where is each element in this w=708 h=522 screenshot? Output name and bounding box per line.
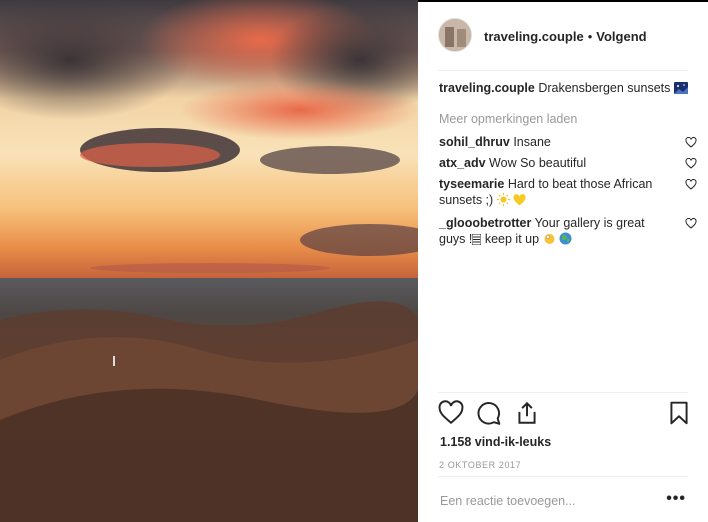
list-emoji [471, 233, 482, 249]
comments-section: traveling.couple Drakensbergen sunsets M… [439, 80, 697, 254]
comment-icon[interactable] [476, 400, 502, 426]
action-bar [418, 400, 708, 430]
comment-composer: Een reactie toevoegen... ••• [418, 478, 708, 522]
comment-username[interactable]: atx_adv [439, 156, 486, 170]
post-username[interactable]: traveling.couple [484, 29, 584, 44]
comment-text: Insane [513, 135, 551, 149]
sunset-landscape-image [0, 0, 418, 522]
sun-emoji [496, 193, 510, 210]
comment-username[interactable]: _glooobetrotter [439, 216, 531, 230]
comment-row: tyseemarie Hard to beat those African su… [439, 176, 697, 210]
heart-icon[interactable] [685, 158, 697, 169]
instagram-post-viewer: traveling.couple • Volgend traveling.coupl… [0, 0, 708, 522]
comment-username[interactable]: tyseemarie [439, 177, 504, 191]
caption-text: Drakensbergen sunsets [538, 81, 671, 95]
avatar[interactable] [438, 18, 472, 52]
caption-username[interactable]: traveling.couple [439, 81, 535, 95]
comment-input[interactable]: Een reactie toevoegen... [440, 494, 576, 508]
night-sky-emoji [673, 82, 688, 98]
heart-icon[interactable] [685, 137, 697, 148]
follow-button[interactable]: Volgend [596, 29, 646, 44]
likes-count[interactable]: 1.158 vind-ik-leuks [440, 435, 551, 449]
comment-row: sohil_dhruv Insane [439, 134, 697, 150]
comment-username[interactable]: sohil_dhruv [439, 135, 510, 149]
comment-row: _glooobetrotter Your gallery is great gu… [439, 215, 697, 249]
post-photo[interactable] [0, 0, 418, 522]
separator-dot: • [587, 29, 593, 44]
composer-divider [438, 476, 688, 477]
comment-text: Wow So beautiful [489, 156, 587, 170]
actions-divider [438, 392, 688, 393]
load-more-comments[interactable]: Meer opmerkingen laden [439, 112, 689, 126]
post-date: 2 OKTOBER 2017 [439, 460, 522, 470]
share-icon[interactable] [514, 400, 540, 426]
caption: traveling.couple Drakensbergen sunsets [439, 80, 689, 98]
globe-emoji [559, 232, 572, 249]
post-header: traveling.couple • Volgend [418, 2, 708, 70]
header-divider [438, 70, 688, 71]
yellow-heart-emoji [513, 194, 526, 210]
more-options-button[interactable]: ••• [666, 490, 686, 508]
ok-hand-emoji [543, 232, 556, 249]
heart-icon[interactable] [685, 218, 697, 229]
header-text: traveling.couple • Volgend [484, 29, 647, 44]
comment-row: atx_adv Wow So beautiful [439, 155, 697, 171]
post-side-panel: traveling.couple • Volgend traveling.coupl… [418, 2, 708, 522]
heart-icon[interactable] [685, 179, 697, 190]
comment-text-2: keep it up [484, 232, 540, 246]
heart-icon[interactable] [438, 400, 464, 426]
bookmark-icon[interactable] [666, 400, 692, 426]
